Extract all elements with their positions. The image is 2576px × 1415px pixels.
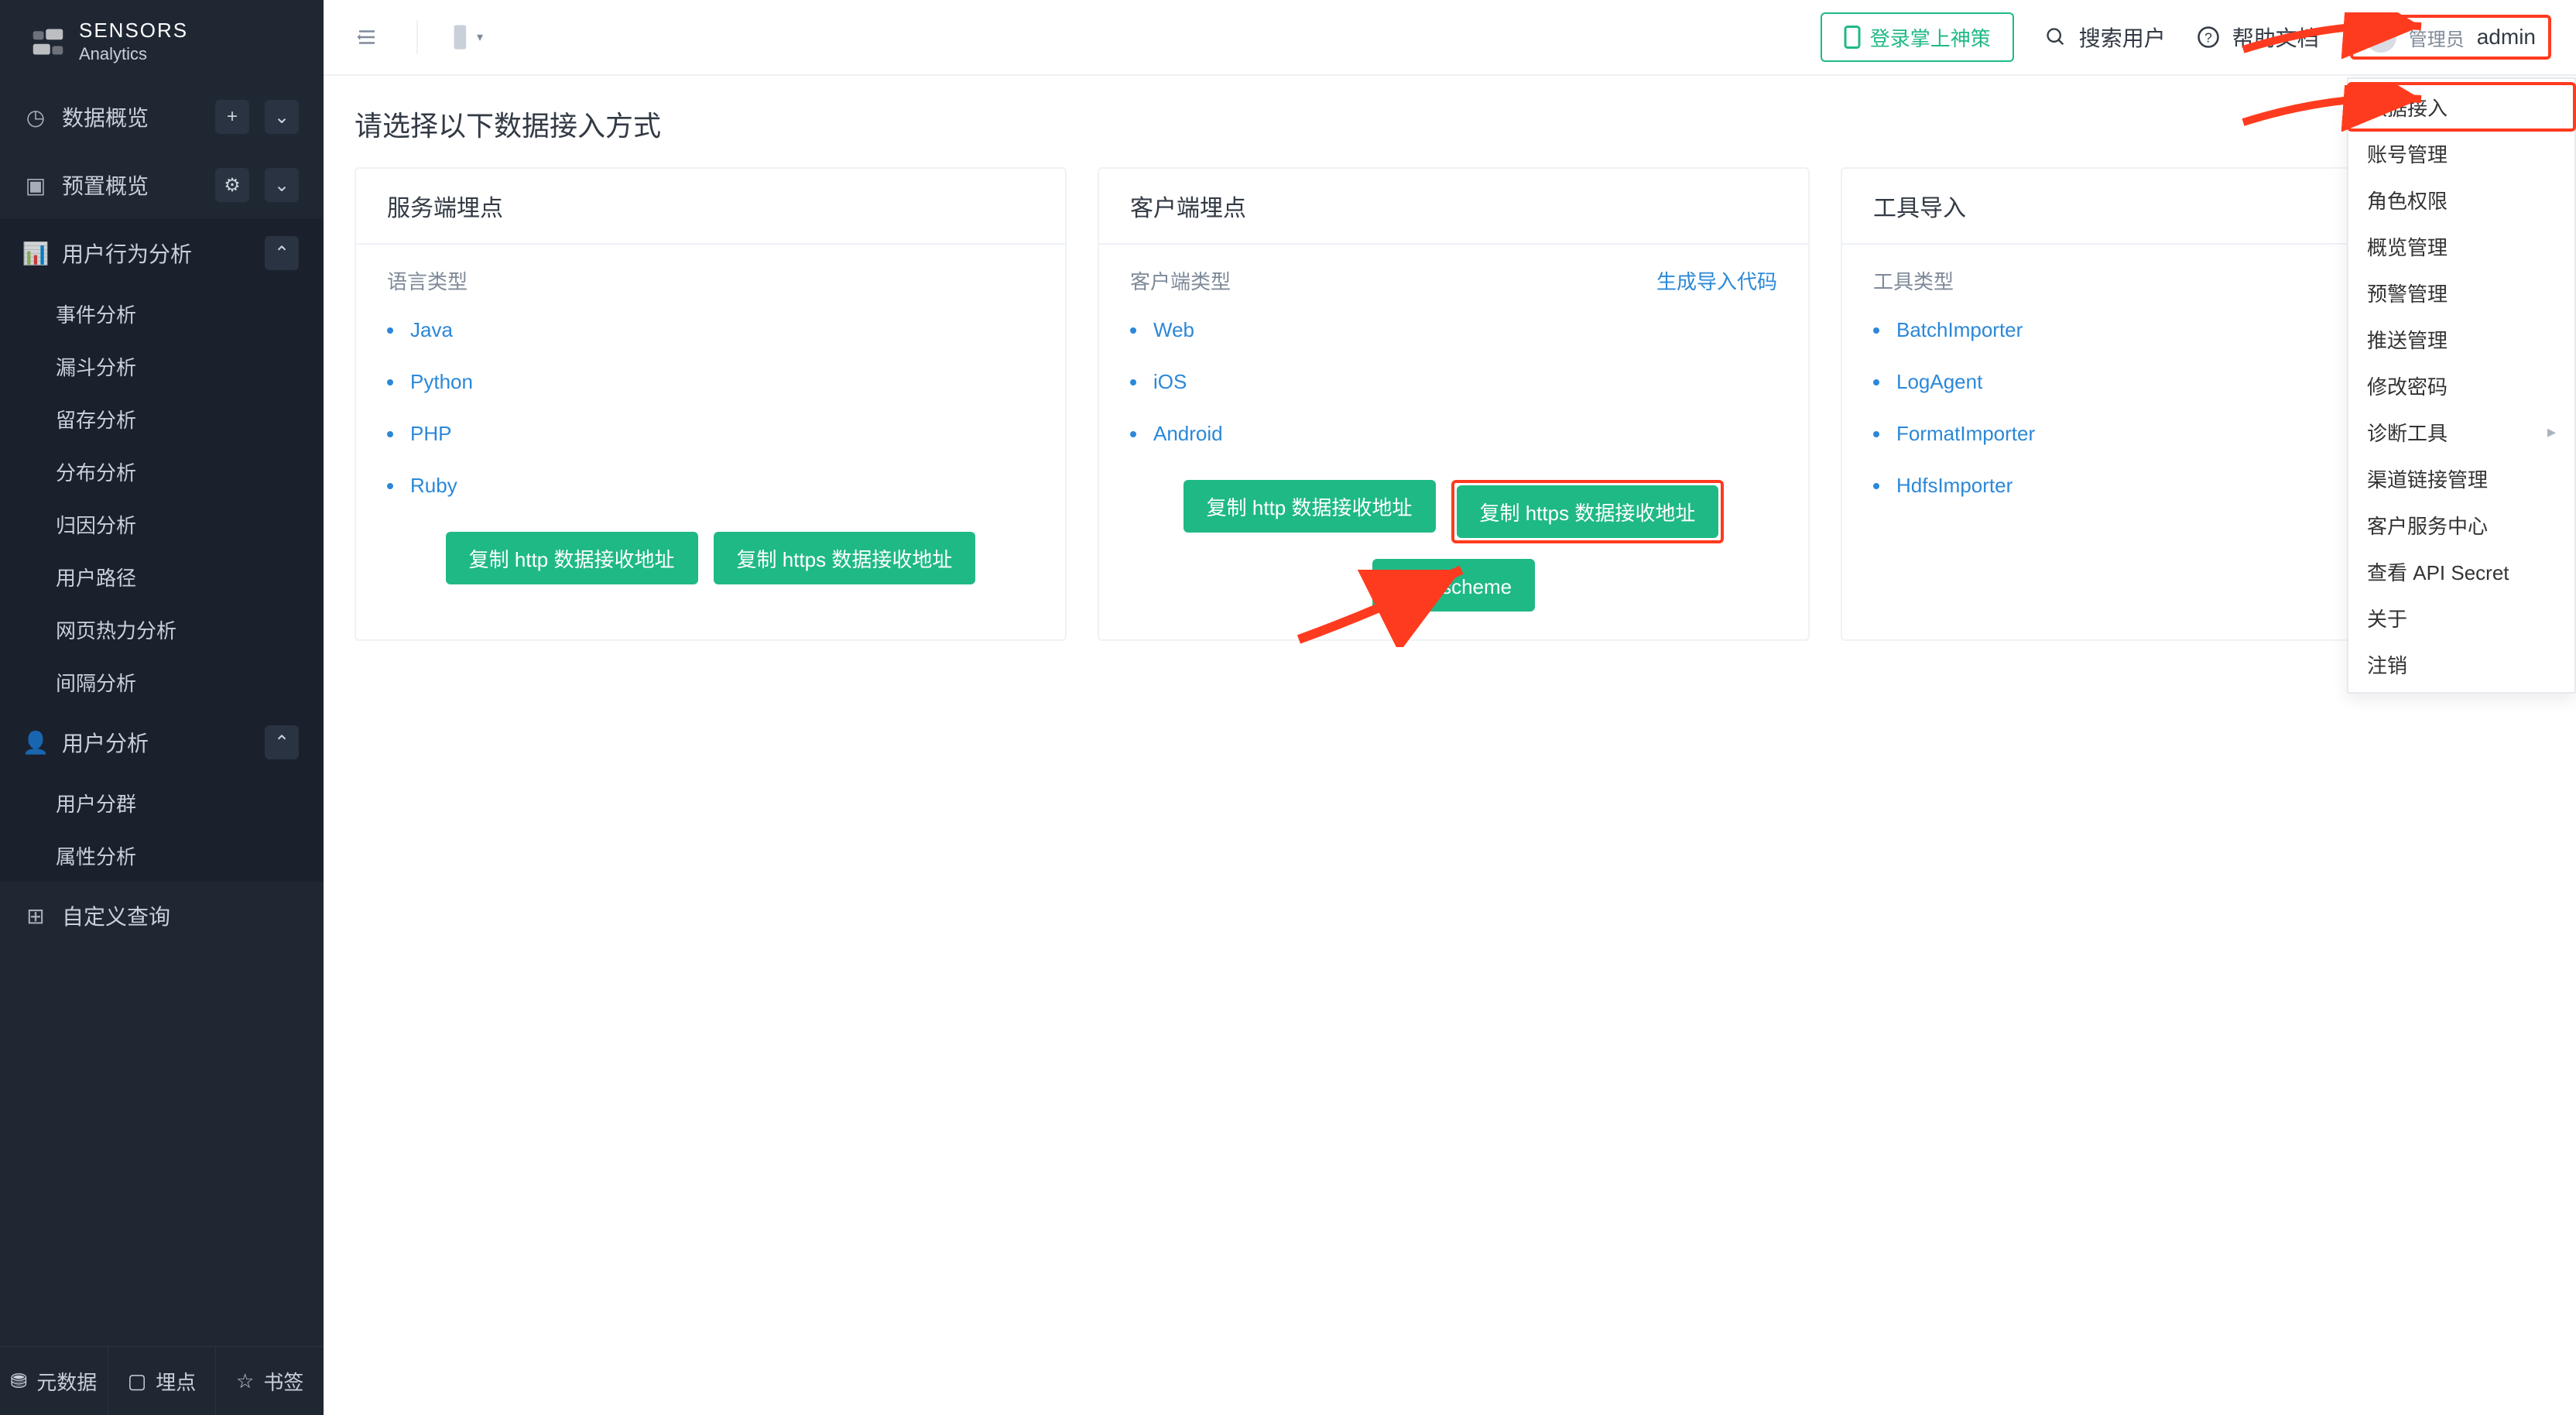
collapse-sidebar-icon[interactable]	[348, 19, 385, 56]
copy-button[interactable]: 复制 http 数据接收地址	[446, 532, 698, 584]
copy-button[interactable]: 复制 https 数据接收地址	[714, 532, 976, 584]
list-item-link[interactable]: FormatImporter	[1896, 422, 2035, 445]
sidebar-subitem[interactable]: 漏斗分析	[0, 340, 324, 392]
svg-text:?: ?	[2204, 29, 2212, 45]
sidebar-subitem[interactable]: 属性分析	[0, 829, 324, 882]
sidebar: SENSORSAnalytics ◷ 数据概览 + ⌄ ▣ 预置概览 ⚙ ⌄ 📊…	[0, 0, 324, 1415]
sidebar-item-behavior[interactable]: 📊 用户行为分析 ⌃	[0, 219, 324, 287]
brand-logo[interactable]: SENSORSAnalytics	[0, 0, 324, 83]
sidebar-subitem[interactable]: 分布分析	[0, 445, 324, 498]
sidebar-item-useranal[interactable]: 👤 用户分析 ⌃	[0, 708, 324, 776]
sidebar-item-custom[interactable]: ⊞ 自定义查询	[0, 882, 324, 950]
generate-import-code-link[interactable]: 生成导入代码	[1656, 266, 1777, 295]
brand-tag: Analytics	[79, 44, 188, 64]
search-users[interactable]: 搜索用户	[2045, 22, 2166, 53]
sidebar-subitem[interactable]: 事件分析	[0, 287, 324, 340]
sidebar-item-label: 用户行为分析	[62, 238, 249, 269]
list-item-link[interactable]: Web	[1153, 318, 1194, 341]
content: 请选择以下数据接入方式 服务端埋点 语言类型 Java Python PHP Ruby…	[324, 76, 2576, 669]
sidebar-subitem[interactable]: 用户分群	[0, 776, 324, 829]
main: ▾ 登录掌上神策 搜索用户 ? 帮助文档 管理员 admin 请选择以下数据	[324, 0, 2576, 1415]
gear-icon[interactable]: ⚙	[215, 168, 249, 202]
list-item-link[interactable]: Java	[410, 318, 453, 341]
sidebar-item-overview[interactable]: ◷ 数据概览 + ⌄	[0, 83, 324, 151]
sidebar-subitem[interactable]: 间隔分析	[0, 656, 324, 708]
sidebar-item-label: 预置概览	[62, 170, 200, 200]
footer-metadata[interactable]: ⛃元数据	[0, 1347, 108, 1415]
sidebar-item-preset[interactable]: ▣ 预置概览 ⚙ ⌄	[0, 151, 324, 219]
chevron-down-icon[interactable]: ⌄	[265, 168, 299, 202]
chevron-down-icon[interactable]: ⌄	[265, 100, 299, 134]
target-icon: ▢	[128, 1369, 147, 1393]
brand-name: SENSORS	[79, 19, 188, 43]
gauge-icon: ◷	[25, 106, 46, 128]
chevron-right-icon: ▸	[2547, 422, 2556, 442]
footer-bookmark[interactable]: ☆书签	[216, 1347, 324, 1415]
card-title: 客户端埋点	[1099, 169, 1808, 245]
menu-item[interactable]: 诊断工具▸	[2348, 409, 2574, 455]
avatar-icon	[2365, 22, 2396, 53]
add-button[interactable]: +	[215, 100, 249, 134]
menu-item[interactable]: 注销	[2348, 641, 2574, 687]
user-role: 管理员	[2409, 24, 2465, 51]
sidebar-item-label: 数据概览	[62, 101, 200, 132]
copy-button[interactable]: 复制 https 数据接收地址	[1457, 485, 1719, 538]
card-client: 客户端埋点 客户端类型 生成导入代码 Web iOS Android 复制 http…	[1098, 167, 1810, 641]
grid-icon: ⊞	[25, 905, 46, 927]
brand-icon	[31, 25, 65, 59]
chevron-up-icon[interactable]: ⌃	[265, 236, 299, 270]
sidebar-item-label: 自定义查询	[62, 900, 299, 931]
chevron-up-icon[interactable]: ⌃	[265, 725, 299, 759]
menu-item[interactable]: 查看 API Secret	[2348, 548, 2574, 594]
help-icon: ?	[2197, 26, 2220, 49]
current-user[interactable]: 管理员 admin	[2350, 15, 2551, 60]
card-subtitle: 语言类型	[387, 266, 468, 295]
phone-icon	[1844, 26, 1861, 49]
mobile-login-button[interactable]: 登录掌上神策	[1821, 12, 2014, 62]
user-name: admin	[2477, 25, 2536, 50]
footer-tracking[interactable]: ▢埋点	[108, 1347, 217, 1415]
list-item-link[interactable]: BatchImporter	[1896, 318, 2023, 341]
list-item-link[interactable]: LogAgent	[1896, 370, 1982, 393]
menu-item[interactable]: 预警管理	[2348, 269, 2574, 316]
card-server: 服务端埋点 语言类型 Java Python PHP Ruby 复制 http 数据接…	[355, 167, 1067, 641]
sidebar-item-label: 用户分析	[62, 727, 249, 758]
preset-icon: ▣	[25, 174, 46, 196]
list-item-link[interactable]: HdfsImporter	[1896, 474, 2012, 497]
menu-item[interactable]: 推送管理	[2348, 316, 2574, 362]
user-dropdown-menu: 数据接入账号管理角色权限概览管理预警管理推送管理修改密码诊断工具▸渠道链接管理客…	[2347, 77, 2576, 694]
search-icon	[2045, 26, 2067, 48]
menu-item[interactable]: 角色权限	[2348, 176, 2574, 223]
copy-button[interactable]: 复制 http 数据接收地址	[1184, 480, 1436, 533]
menu-item[interactable]: 关于	[2348, 594, 2574, 641]
list-item-link[interactable]: Android	[1153, 422, 1223, 445]
list-item-link[interactable]: PHP	[410, 422, 451, 445]
menu-item[interactable]: 数据接入	[2348, 84, 2574, 130]
menu-item[interactable]: 客户服务中心	[2348, 502, 2574, 548]
list-item-link[interactable]: iOS	[1153, 370, 1187, 393]
chart-icon: 📊	[25, 242, 46, 264]
help-docs[interactable]: ? 帮助文档	[2197, 22, 2319, 53]
menu-item[interactable]: 渠道链接管理	[2348, 455, 2574, 502]
card-subtitle: 工具类型	[1873, 266, 1954, 295]
sidebar-subitem[interactable]: 归因分析	[0, 498, 324, 550]
sidebar-subitem[interactable]: 用户路径	[0, 550, 324, 603]
list-item-link[interactable]: Ruby	[410, 474, 457, 497]
topbar: ▾ 登录掌上神策 搜索用户 ? 帮助文档 管理员 admin	[324, 0, 2576, 76]
sidebar-subitem[interactable]: 网页热力分析	[0, 603, 324, 656]
menu-item[interactable]: 概览管理	[2348, 223, 2574, 269]
menu-item[interactable]: 修改密码	[2348, 362, 2574, 409]
menu-item[interactable]: 账号管理	[2348, 130, 2574, 176]
card-subtitle: 客户端类型	[1130, 266, 1231, 295]
db-icon: ⛃	[10, 1369, 27, 1393]
copy-button[interactable]: 复制 scheme	[1372, 559, 1535, 612]
list-item-link[interactable]: Python	[410, 370, 473, 393]
sidebar-subitem[interactable]: 留存分析	[0, 392, 324, 445]
project-selector[interactable]: ▾	[449, 19, 486, 56]
card-title: 服务端埋点	[356, 169, 1065, 245]
star-icon: ☆	[236, 1369, 254, 1393]
page-title: 请选择以下数据接入方式	[355, 104, 2553, 144]
user-icon: 👤	[25, 731, 46, 753]
